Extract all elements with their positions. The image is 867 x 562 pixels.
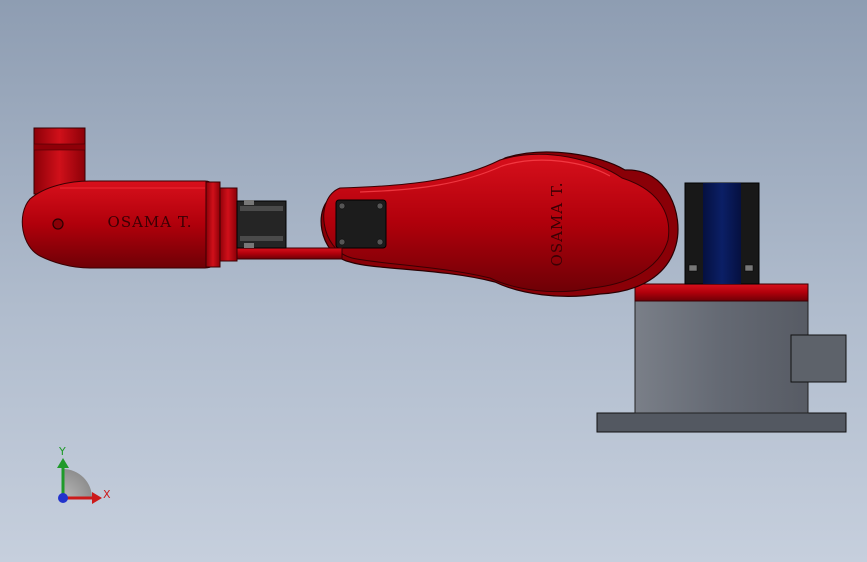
- upper-arm-end-cap: [205, 181, 221, 268]
- robot-arm-model[interactable]: OSAMA T. OSAMA T. Y X: [0, 0, 867, 562]
- y-axis-arrowhead: [57, 458, 69, 468]
- wrist-clip-bottom: [244, 243, 254, 248]
- base-assembly[interactable]: [596, 283, 847, 433]
- wrist-motor-stripe-top: [240, 206, 283, 211]
- base-motor[interactable]: [684, 182, 760, 285]
- wrist-flange: [218, 187, 238, 262]
- elbow-screw-1: [338, 202, 346, 210]
- elbow-screw-2: [376, 202, 384, 210]
- orientation-triad[interactable]: Y X: [57, 445, 111, 504]
- elbow-screw-3: [338, 238, 346, 246]
- x-axis-label: X: [103, 488, 111, 501]
- motor-bolt-right: [744, 264, 754, 272]
- motor-bolt-left: [688, 264, 698, 272]
- upper-arm-engraving: OSAMA T.: [108, 213, 193, 231]
- triad-quadrant: [63, 469, 92, 498]
- rod-bar: [221, 247, 343, 260]
- forearm-link[interactable]: OSAMA T.: [320, 151, 679, 297]
- upper-arm-pivot-hole: [52, 218, 64, 230]
- wrist-motor-stripe-bottom: [240, 236, 283, 241]
- base-side-box: [790, 334, 847, 383]
- cad-viewport[interactable]: OSAMA T. OSAMA T. Y X: [0, 0, 867, 562]
- z-axis-dot: [58, 493, 68, 503]
- motor-core: [703, 183, 741, 284]
- wrist-clip-top: [244, 200, 254, 205]
- x-axis-arrowhead: [92, 492, 102, 504]
- base-red-ring: [634, 283, 809, 302]
- forearm-engraving: OSAMA T.: [548, 182, 566, 267]
- base-column: [634, 299, 809, 414]
- connecting-rod[interactable]: [221, 247, 343, 260]
- upper-arm-link[interactable]: OSAMA T.: [21, 127, 221, 269]
- y-axis-label: Y: [58, 445, 66, 458]
- elbow-screw-4: [376, 238, 384, 246]
- tool-tube-rim: [33, 143, 86, 151]
- base-plate: [596, 412, 847, 433]
